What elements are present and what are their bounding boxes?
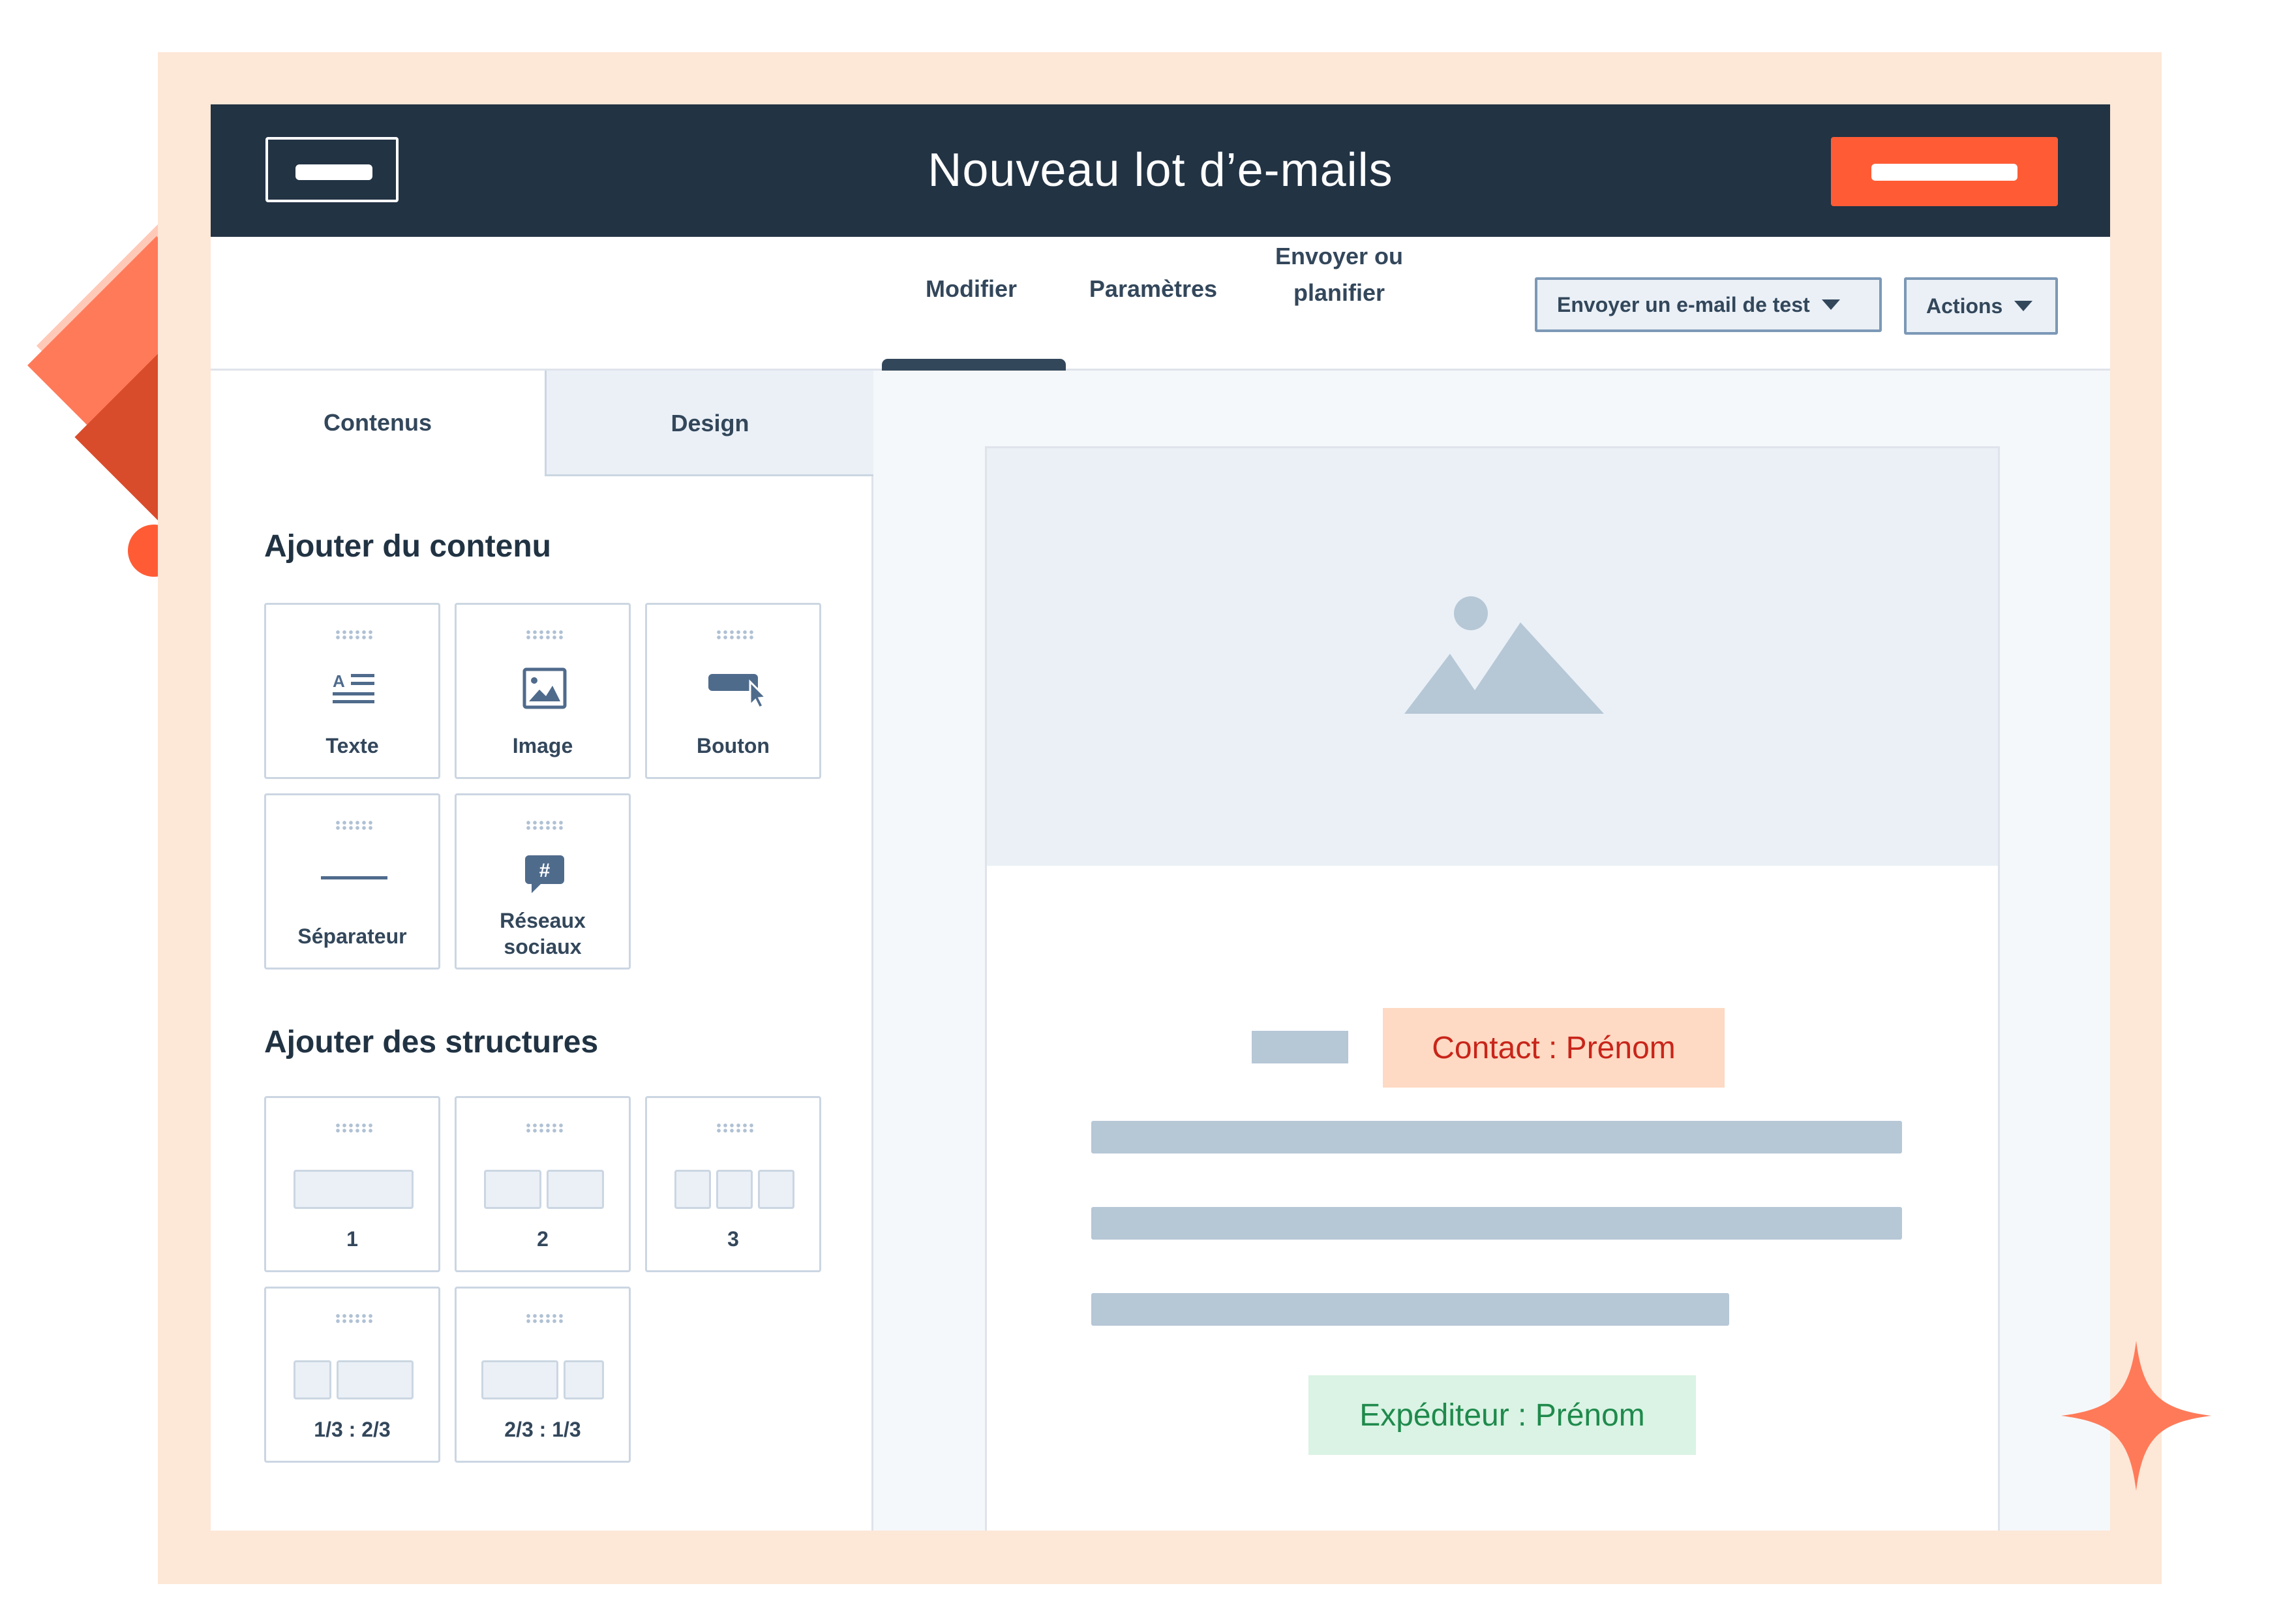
- send-test-email-label: Envoyer un e-mail de test: [1557, 292, 1810, 316]
- page-title: Nouveau lot d’e-mails: [928, 144, 1393, 196]
- structure-tile-3-columns[interactable]: 3: [645, 1096, 821, 1272]
- tab-edit[interactable]: Modifier: [880, 256, 1063, 322]
- drag-handle-icon[interactable]: [335, 630, 374, 640]
- send-test-email-button[interactable]: Envoyer un e-mail de test: [1535, 277, 1882, 332]
- text-icon: A: [333, 671, 374, 703]
- text-line-placeholder: [1091, 1293, 1729, 1326]
- social-icon: #: [525, 855, 564, 893]
- decorative-star-icon: [2061, 1341, 2211, 1491]
- tab-contents[interactable]: Contenus: [211, 371, 545, 475]
- column-preview: [484, 1170, 541, 1209]
- tab-send-line1: Envoyer ou: [1275, 243, 1404, 269]
- tab-design[interactable]: Design: [545, 371, 873, 476]
- button-icon: [708, 674, 766, 709]
- drag-handle-icon[interactable]: [525, 820, 564, 831]
- structure-tile-label: 1: [346, 1227, 358, 1251]
- image-placeholder-icon: [1404, 596, 1604, 714]
- email-editor-window: Nouveau lot d’e-mails Modifier Paramètre…: [211, 104, 2110, 1531]
- drag-handle-icon[interactable]: [525, 1123, 564, 1133]
- structure-tile-label: 2/3 : 1/3: [504, 1418, 581, 1441]
- structure-tile-1-3-2-3[interactable]: 1/3 : 2/3: [264, 1287, 440, 1463]
- content-tile-text[interactable]: A Texte: [264, 603, 440, 779]
- content-tile-label: Bouton: [697, 734, 770, 757]
- svg-text:A: A: [333, 671, 345, 691]
- text-line-placeholder: [1091, 1207, 1902, 1240]
- structure-tile-2-3-1-3[interactable]: 2/3 : 1/3: [455, 1287, 631, 1463]
- sender-first-name-token[interactable]: Expéditeur : Prénom: [1308, 1375, 1696, 1455]
- app-header: Nouveau lot d’e-mails: [211, 104, 2110, 237]
- content-tile-social[interactable]: # Réseaux sociaux: [455, 793, 631, 969]
- content-tile-button[interactable]: Bouton: [645, 603, 821, 779]
- drag-handle-icon[interactable]: [525, 1313, 564, 1324]
- add-content-heading: Ajouter du contenu: [264, 529, 551, 564]
- drag-handle-icon[interactable]: [335, 1313, 374, 1324]
- structure-tile-label: 1/3 : 2/3: [314, 1418, 391, 1441]
- column-preview: [337, 1360, 414, 1399]
- column-preview: [294, 1170, 414, 1209]
- content-tile-label-line1: Réseaux: [500, 909, 586, 932]
- tab-settings[interactable]: Paramètres: [1072, 256, 1235, 322]
- column-preview: [564, 1360, 604, 1399]
- drag-handle-icon[interactable]: [716, 1123, 755, 1133]
- tab-send-line2: planifier: [1293, 279, 1385, 306]
- primary-action-button[interactable]: [1831, 137, 2058, 206]
- content-tile-label: Image: [512, 734, 573, 757]
- tab-send-or-schedule[interactable]: Envoyer ou planifier: [1254, 238, 1424, 311]
- drag-handle-icon[interactable]: [335, 820, 374, 831]
- structure-tile-2-columns[interactable]: 2: [455, 1096, 631, 1272]
- placeholder-label: [295, 164, 372, 180]
- chevron-down-icon: [1821, 299, 1840, 310]
- column-preview: [547, 1170, 604, 1209]
- actions-dropdown[interactable]: Actions: [1904, 277, 2058, 335]
- chevron-down-icon: [2014, 301, 2033, 311]
- content-tile-label-line2: sociaux: [504, 935, 582, 958]
- placeholder-label: [1871, 164, 2017, 181]
- add-structures-heading: Ajouter des structures: [264, 1025, 599, 1060]
- column-preview: [481, 1360, 558, 1399]
- greeting-placeholder: [1252, 1031, 1348, 1063]
- column-preview: [674, 1170, 711, 1209]
- column-preview: [716, 1170, 753, 1209]
- image-icon: [522, 667, 567, 709]
- structure-tile-label: 3: [727, 1227, 739, 1251]
- content-tile-label: Séparateur: [297, 924, 407, 948]
- actions-label: Actions: [1926, 294, 2003, 318]
- structure-tile-1-column[interactable]: 1: [264, 1096, 440, 1272]
- column-preview: [294, 1360, 331, 1399]
- drag-handle-icon[interactable]: [716, 630, 755, 640]
- back-button[interactable]: [265, 137, 399, 202]
- content-tile-label: Texte: [325, 734, 379, 757]
- column-preview: [758, 1170, 794, 1209]
- drag-handle-icon[interactable]: [335, 1123, 374, 1133]
- drag-handle-icon[interactable]: [525, 630, 564, 640]
- divider-icon: [321, 876, 387, 879]
- contact-first-name-token[interactable]: Contact : Prénom: [1383, 1008, 1725, 1088]
- structure-tile-label: 2: [537, 1227, 549, 1251]
- svg-text:#: #: [539, 860, 551, 881]
- active-tab-indicator: [882, 359, 1066, 371]
- content-tile-divider[interactable]: Séparateur: [264, 793, 440, 969]
- text-line-placeholder: [1091, 1121, 1902, 1153]
- content-tile-image[interactable]: Image: [455, 603, 631, 779]
